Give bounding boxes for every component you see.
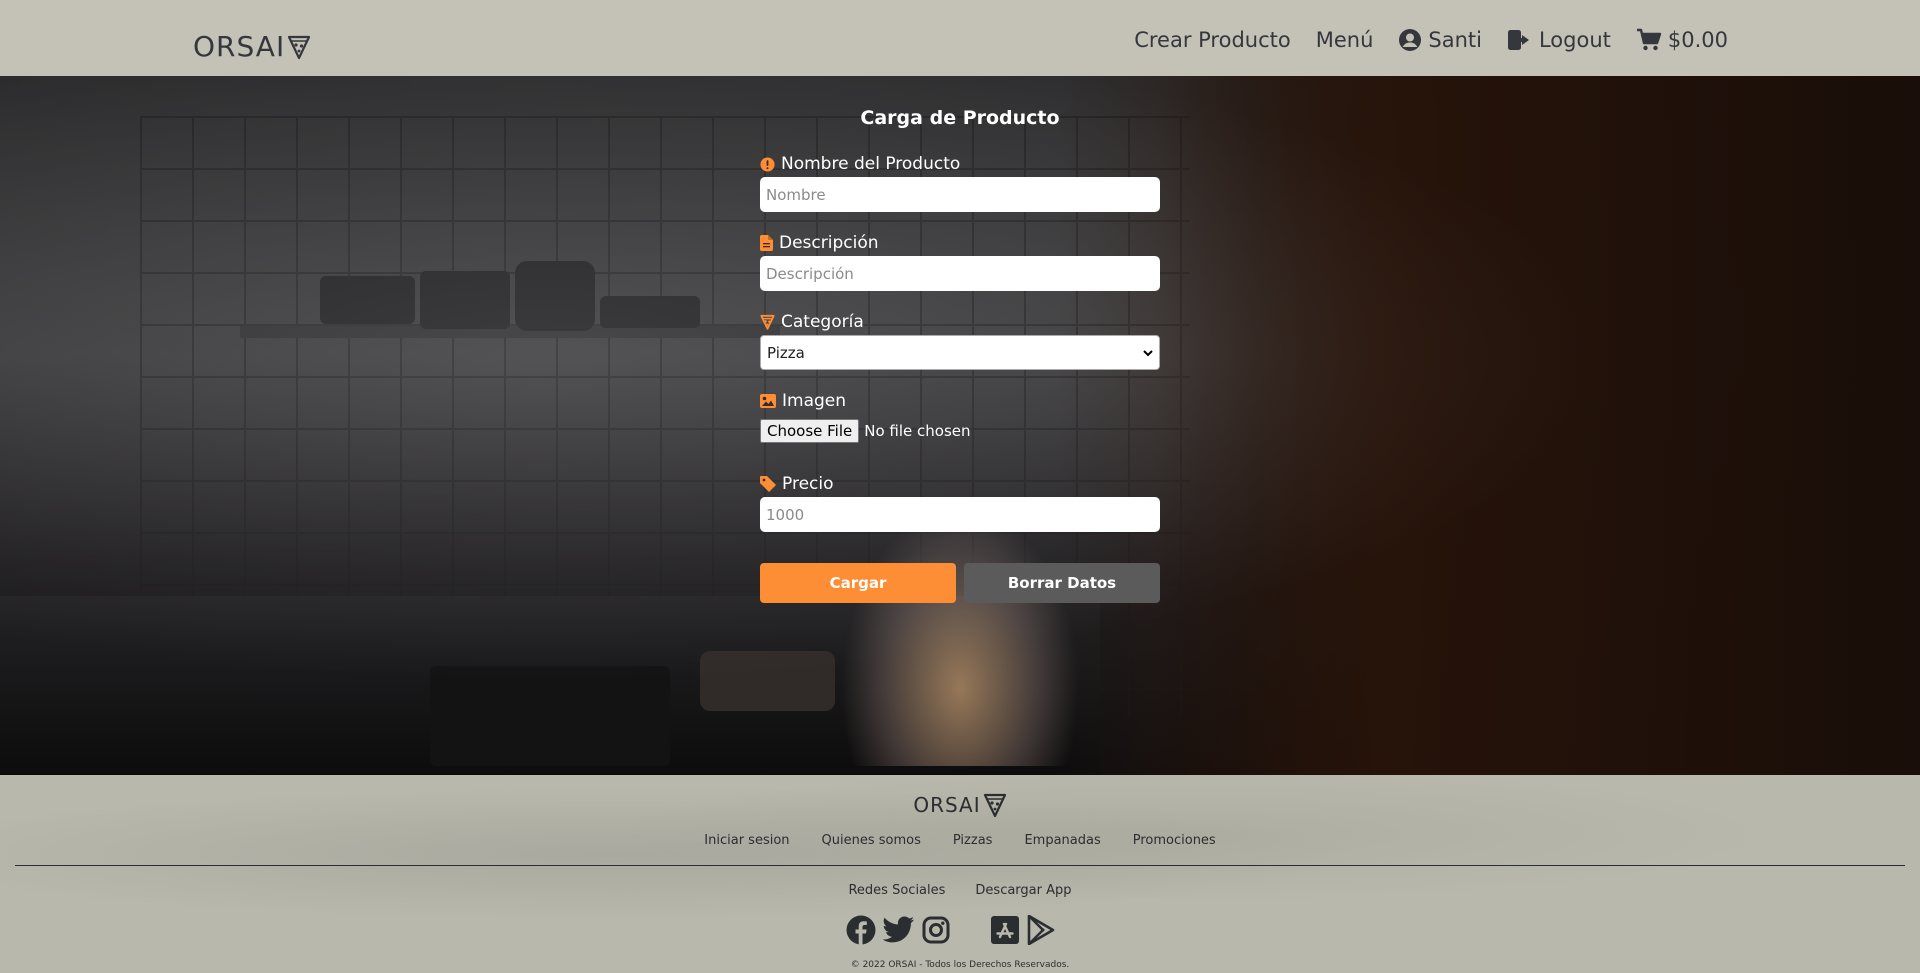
shopping-cart-icon <box>1636 28 1662 51</box>
cargar-button[interactable]: Cargar <box>760 563 956 603</box>
nav-user-label: Santi <box>1428 28 1482 52</box>
nombre-input[interactable] <box>760 177 1160 212</box>
copyright-text: © 2022 ORSAI - Todos los Derechos Reserv… <box>850 960 1070 970</box>
user-circle-icon <box>1399 29 1422 51</box>
footer-brand-logo[interactable]: ORSAI <box>0 792 1920 818</box>
footer-divider <box>15 865 1905 866</box>
file-text-icon <box>760 235 773 251</box>
nombre-label-text: Nombre del Producto <box>781 154 961 174</box>
tag-icon <box>760 476 776 492</box>
social-icons <box>846 915 957 945</box>
footer-columns: Redes Sociales Descargar App <box>0 883 1920 898</box>
categoria-selected-value: Pizza <box>767 343 805 362</box>
footer-link-empanadas[interactable]: Empanadas <box>1024 833 1100 848</box>
top-navbar: ORSAI Crear Producto Menú Santi Logout $… <box>0 0 1920 76</box>
pizza-slice-icon <box>760 314 775 330</box>
nombre-label: Nombre del Producto <box>760 154 960 174</box>
cart-total: $0.00 <box>1667 28 1728 52</box>
imagen-file-input: Choose File No file chosen <box>760 419 971 443</box>
imagen-label-text: Imagen <box>782 391 847 411</box>
instagram-icon[interactable] <box>922 916 950 944</box>
nav-logout[interactable]: Logout <box>1507 28 1611 52</box>
social-heading: Redes Sociales <box>848 883 946 898</box>
borrar-datos-button[interactable]: Borrar Datos <box>964 563 1160 603</box>
categoria-select[interactable]: Pizza <box>760 335 1160 370</box>
footer-links: Iniciar sesion Quienes somos Pizzas Empa… <box>0 833 1920 848</box>
precio-input[interactable] <box>760 497 1160 532</box>
categoria-label: Categoría <box>760 312 864 332</box>
categoria-label-text: Categoría <box>781 312 864 332</box>
site-footer: ORSAI Iniciar sesion Quienes somos Pizza… <box>0 775 1920 973</box>
descripcion-input[interactable] <box>760 256 1160 291</box>
form-title: Carga de Producto <box>860 107 1060 129</box>
descripcion-label: Descripción <box>760 233 879 253</box>
nav-crear-producto-label: Crear Producto <box>1134 28 1291 52</box>
file-status-text: No file chosen <box>864 422 971 440</box>
imagen-label: Imagen <box>760 391 846 411</box>
precio-label: Precio <box>760 474 834 494</box>
choose-file-button[interactable]: Choose File <box>760 419 860 443</box>
twitter-icon[interactable] <box>883 916 915 944</box>
nav-menu[interactable]: Menú <box>1316 28 1374 52</box>
footer-link-quienes-somos[interactable]: Quienes somos <box>822 833 921 848</box>
nav-cart[interactable]: $0.00 <box>1636 28 1728 52</box>
facebook-icon[interactable] <box>846 915 876 945</box>
footer-link-pizzas[interactable]: Pizzas <box>953 833 993 848</box>
app-icons <box>990 915 1062 945</box>
precio-label-text: Precio <box>782 474 834 494</box>
footer-link-iniciar-sesion[interactable]: Iniciar sesion <box>704 833 789 848</box>
nav-user[interactable]: Santi <box>1398 28 1482 52</box>
descripcion-label-text: Descripción <box>779 233 879 253</box>
app-store-icon[interactable] <box>990 915 1020 945</box>
nav-menu-label: Menú <box>1315 28 1374 52</box>
footer-link-promociones[interactable]: Promociones <box>1133 833 1216 848</box>
pizza-slice-icon <box>288 35 311 59</box>
brand-logo[interactable]: ORSAI <box>193 30 311 63</box>
pizza-slice-icon <box>983 793 1006 818</box>
exclamation-circle-icon <box>760 156 775 172</box>
google-play-icon[interactable] <box>1027 915 1055 945</box>
main-nav: Crear Producto Menú Santi Logout $0.00 <box>1109 28 1728 52</box>
app-heading: Descargar App <box>975 883 1072 898</box>
image-icon <box>760 394 776 408</box>
chevron-down-icon <box>1143 349 1153 356</box>
logout-icon <box>1507 30 1529 50</box>
brand-name: ORSAI <box>193 30 286 63</box>
footer-brand-name: ORSAI <box>913 793 981 817</box>
nav-crear-producto[interactable]: Crear Producto <box>1134 28 1291 52</box>
nav-logout-label: Logout <box>1538 28 1611 52</box>
